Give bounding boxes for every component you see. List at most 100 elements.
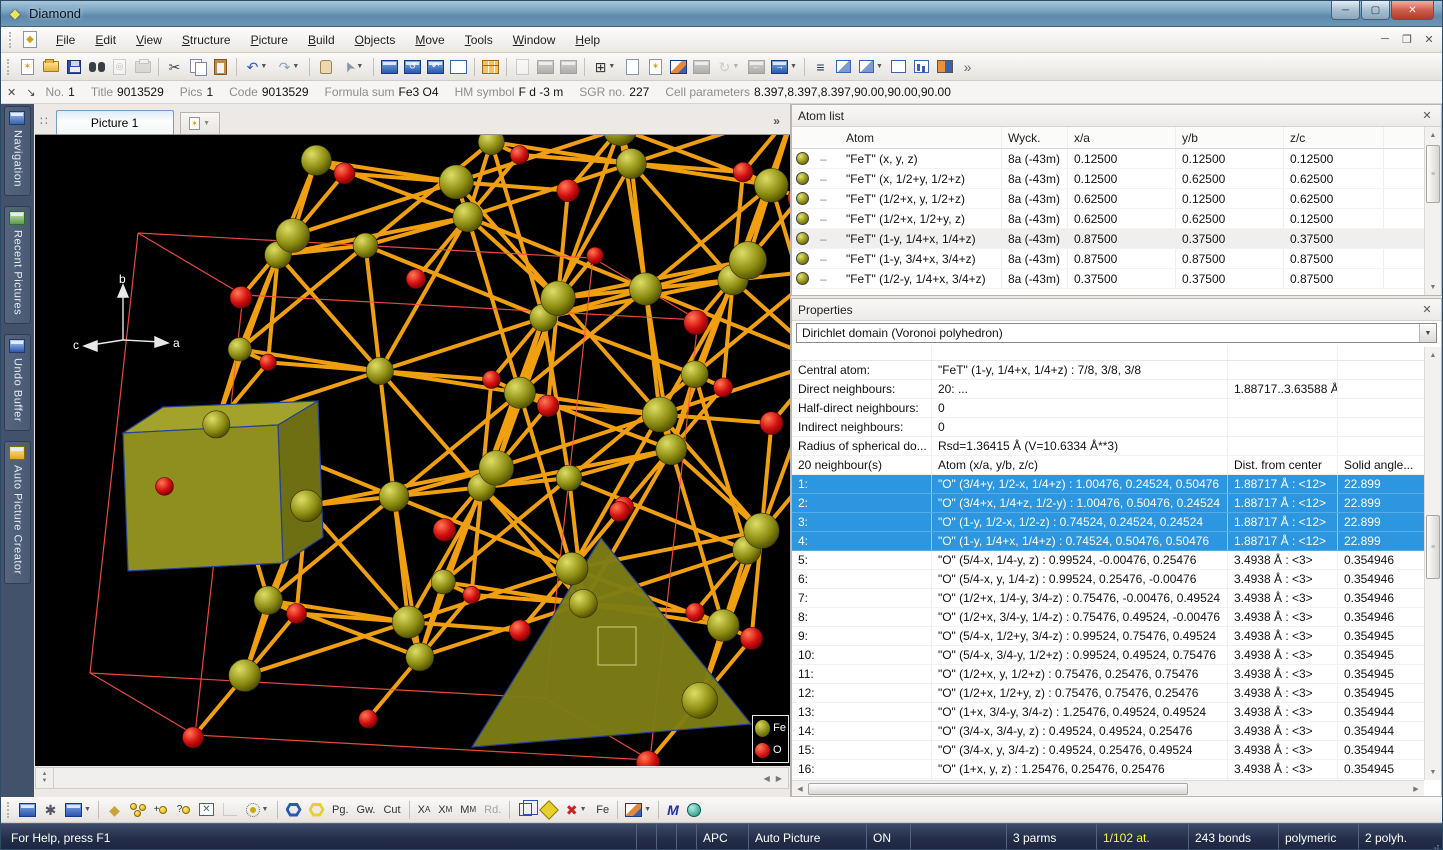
picture-clock-icon[interactable]: ↻▼ bbox=[713, 56, 745, 78]
paste-picture-icon[interactable] bbox=[511, 56, 534, 78]
properties-hscrollbar[interactable]: ◀ ▶ bbox=[792, 780, 1424, 796]
neighbor-row[interactable]: 5:"O" (5/4-x, 1/4-y, z) : 0.99524, -0.00… bbox=[792, 551, 1424, 570]
add-atom-icon[interactable]: + bbox=[149, 799, 172, 821]
picture-revert-icon[interactable]: ↶ bbox=[424, 56, 447, 78]
molecule-m-icon[interactable]: M bbox=[663, 799, 683, 821]
close-button[interactable]: ✕ bbox=[1391, 1, 1434, 20]
menu-move[interactable]: Move bbox=[405, 29, 454, 51]
cut-label-icon[interactable]: Cut bbox=[379, 799, 404, 821]
atoms-cluster-icon[interactable] bbox=[126, 799, 149, 821]
rd-label-icon[interactable]: Rd. bbox=[480, 799, 505, 821]
pointer-select-icon[interactable]: ➤▼ bbox=[337, 56, 369, 78]
list-view-icon[interactable]: ≡ bbox=[809, 56, 832, 78]
scroll-updown-buttons[interactable]: ▲▼ bbox=[36, 768, 54, 788]
save-icon[interactable] bbox=[62, 56, 85, 78]
atom-row[interactable]: –"FeT" (1-y, 3/4+x, 3/4+z)8a (-43m)0.875… bbox=[792, 249, 1441, 269]
picture-history-icon[interactable]: ↺ bbox=[401, 56, 424, 78]
atom-row[interactable]: –"FeT" (x, y, z)8a (-43m)0.125000.125000… bbox=[792, 149, 1441, 169]
paste-icon[interactable] bbox=[209, 56, 232, 78]
menu-objects[interactable]: Objects bbox=[345, 29, 406, 51]
neighbor-row[interactable]: 1:"O" (3/4+y, 1/2-x, 1/4+z) : 1.00476, 0… bbox=[792, 475, 1424, 494]
picture-blank-icon[interactable] bbox=[447, 56, 470, 78]
new-document-icon[interactable]: ✶ bbox=[16, 56, 39, 78]
neighbor-row[interactable]: 10:"O" (5/4-x, 3/4-y, 1/2+z) : 0.99524, … bbox=[792, 646, 1424, 665]
unit-cell-icon[interactable] bbox=[514, 799, 537, 821]
neighbor-row[interactable]: 7:"O" (1/2+x, 1/4-y, 3/4-z) : 0.75476, -… bbox=[792, 589, 1424, 608]
neighbor-row[interactable]: 15:"O" (3/4-x, y, 3/4-z) : 0.49524, 0.25… bbox=[792, 741, 1424, 760]
mdi-close-button[interactable]: ✕ bbox=[1422, 33, 1436, 46]
maximize-button[interactable]: ▢ bbox=[1361, 1, 1390, 20]
atom-list-scrollbar[interactable]: ▲ ≡ ▼ bbox=[1424, 127, 1441, 295]
print-preview-icon[interactable]: ◎ bbox=[108, 56, 131, 78]
tab-picture-1[interactable]: Picture 1 bbox=[56, 110, 174, 134]
neighbor-row[interactable]: 9:"O" (5/4-x, 1/2+y, 3/4-z) : 0.99524, 0… bbox=[792, 627, 1424, 646]
toolbar-overflow-icon[interactable]: » bbox=[956, 56, 979, 78]
copy-picture-icon[interactable] bbox=[667, 56, 690, 78]
grow-fragment-icon[interactable] bbox=[218, 799, 241, 821]
open-folder-icon[interactable] bbox=[39, 56, 62, 78]
sidebar-tab-undo-buffer[interactable]: Undo Buffer bbox=[4, 334, 31, 431]
atom-row[interactable]: –"FeT" (1/2+x, 1/2+y, z)8a (-43m)0.62500… bbox=[792, 209, 1441, 229]
growth-label-icon[interactable]: Gw. bbox=[353, 799, 380, 821]
xm-label-icon[interactable]: XM bbox=[434, 799, 456, 821]
atom-row[interactable]: –"FeT" (1/2+x, y, 1/2+z)8a (-43m)0.62500… bbox=[792, 189, 1441, 209]
mdi-restore-button[interactable]: ❐ bbox=[1400, 33, 1414, 46]
delete-marked-icon[interactable]: ✖▼ bbox=[560, 799, 592, 821]
tab-grid-icon[interactable]: ∷ bbox=[40, 114, 48, 128]
menu-picture[interactable]: Picture bbox=[241, 29, 298, 51]
properties-scrollbar[interactable]: ▲ ≡ ▼ bbox=[1424, 347, 1441, 780]
title-bar[interactable]: ◆ Diamond ─ ▢ ✕ bbox=[1, 1, 1442, 27]
close-record-icon[interactable]: ✕ bbox=[7, 86, 16, 99]
redo-icon[interactable]: ↷▼ bbox=[273, 56, 305, 78]
locked-picture-icon[interactable] bbox=[690, 56, 713, 78]
export-picture-icon[interactable]: →▼ bbox=[768, 56, 800, 78]
neighbor-row[interactable]: 3:"O" (1-y, 1/2-x, 1/2-z) : 0.74524, 0.2… bbox=[792, 513, 1424, 532]
cut-icon[interactable]: ✂ bbox=[163, 56, 186, 78]
coordination-sphere-icon[interactable]: ▼ bbox=[241, 799, 273, 821]
property-row[interactable]: Indirect neighbours:0 bbox=[792, 418, 1424, 437]
menu-window[interactable]: Window bbox=[503, 29, 566, 51]
neighbor-row[interactable]: 2:"O" (3/4+x, 1/4+z, 1/2-y) : 1.00476, 0… bbox=[792, 494, 1424, 513]
diagram-bars-icon[interactable] bbox=[910, 56, 933, 78]
menu-grip[interactable] bbox=[9, 32, 14, 48]
menu-structure[interactable]: Structure bbox=[172, 29, 241, 51]
neighbor-row[interactable]: 13:"O" (1+x, 3/4-y, 3/4-z) : 1.25476, 0.… bbox=[792, 703, 1424, 722]
connect-lattice-icon[interactable] bbox=[195, 799, 218, 821]
neighbor-row[interactable]: 12:"O" (1/2+x, 1/2+y, z) : 0.75476, 0.75… bbox=[792, 684, 1424, 703]
atom-row[interactable]: –"FeT" (1/2-y, 1/4+x, 3/4+z)8a (-43m)0.3… bbox=[792, 269, 1441, 289]
atom-row[interactable]: –"FeT" (1-y, 1/4+x, 1/4+z)8a (-43m)0.875… bbox=[792, 229, 1441, 249]
goto-record-icon[interactable]: ↘ bbox=[26, 86, 35, 99]
undo-icon[interactable]: ↶▼ bbox=[241, 56, 273, 78]
blank-picture-icon[interactable] bbox=[621, 56, 644, 78]
atom-row[interactable]: –"FeT" (x, 1/2+y, 1/2+z)8a (-43m)0.12500… bbox=[792, 169, 1441, 189]
picture-ball-icon[interactable] bbox=[683, 799, 706, 821]
tab-overflow-chevron[interactable]: » bbox=[773, 114, 780, 128]
resize-grip[interactable]: ⣠ bbox=[1428, 824, 1442, 850]
window-colors-icon[interactable]: ▼ bbox=[622, 799, 654, 821]
property-type-dropdown[interactable]: Dirichlet domain (Voronoi polyhedron) ▼ bbox=[796, 323, 1437, 343]
view-options-icon[interactable]: ▼ bbox=[62, 799, 94, 821]
atom-list-column-header[interactable]: Atom Wyck. x/a y/b z/c bbox=[792, 127, 1441, 149]
polyhedron-clear-icon[interactable]: ◆ bbox=[103, 799, 126, 821]
menu-view[interactable]: View bbox=[126, 29, 172, 51]
polygon-yellow-icon[interactable] bbox=[305, 799, 328, 821]
mm-label-icon[interactable]: MM bbox=[456, 799, 480, 821]
scroll-leftright-buttons[interactable]: ◀▶ bbox=[764, 774, 788, 783]
toolbar-grip[interactable] bbox=[7, 59, 12, 75]
menu-tools[interactable]: Tools bbox=[455, 29, 503, 51]
neighbor-table-header[interactable]: 20 neighbour(s) Atom (x/a, y/b, z/c) Dis… bbox=[792, 456, 1424, 475]
polygon-blue-icon[interactable] bbox=[282, 799, 305, 821]
neighbor-row[interactable]: 14:"O" (3/4-x, 3/4-y, z) : 0.49524, 0.49… bbox=[792, 722, 1424, 741]
neighbor-row[interactable]: 16:"O" (1+x, y, z) : 1.25476, 0.25476, 0… bbox=[792, 760, 1424, 779]
mdi-minimize-button[interactable]: ─ bbox=[1378, 33, 1392, 46]
import-picture-icon[interactable]: ← bbox=[745, 56, 768, 78]
picture-dialog-icon[interactable] bbox=[16, 799, 39, 821]
export-sheet-icon[interactable] bbox=[557, 56, 580, 78]
fe-atom-icon[interactable]: Fe bbox=[592, 799, 613, 821]
sidebar-tab-recent-pictures[interactable]: Recent Pictures bbox=[4, 206, 31, 324]
structure-viewport[interactable]: bac Fe O bbox=[35, 134, 790, 766]
minimize-button[interactable]: ─ bbox=[1331, 1, 1360, 20]
copy-icon[interactable] bbox=[186, 56, 209, 78]
render-flat-icon[interactable] bbox=[832, 56, 855, 78]
atom-list-close-icon[interactable]: ✕ bbox=[1419, 109, 1435, 122]
